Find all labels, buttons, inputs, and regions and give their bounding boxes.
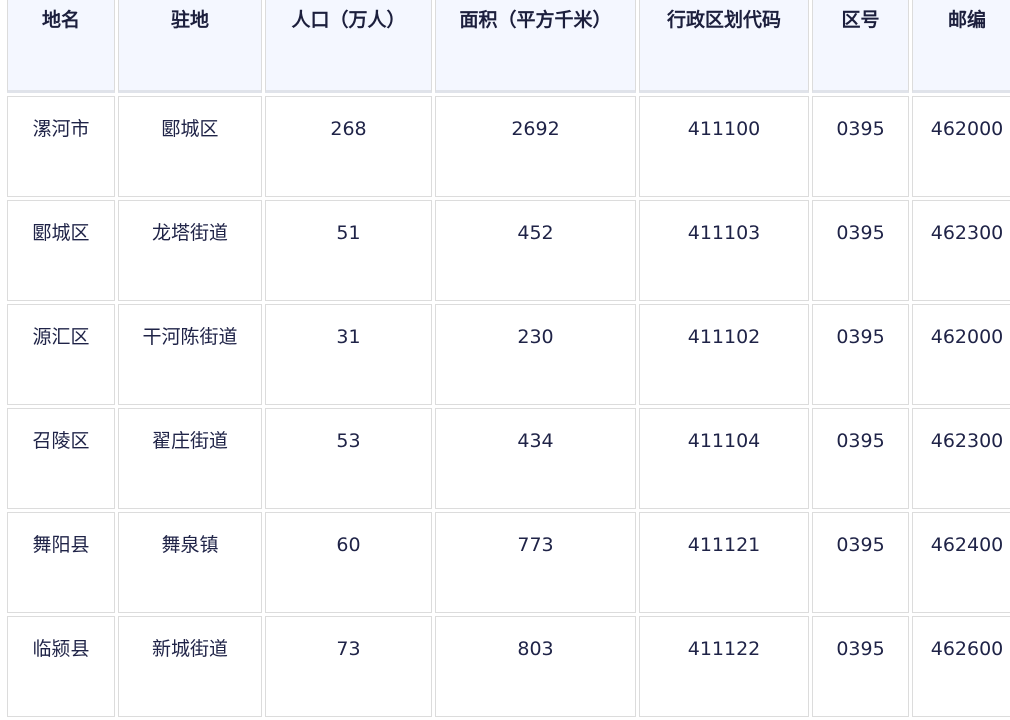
cell-population: 60 — [265, 512, 432, 613]
cell-postal-code: 462000 — [912, 304, 1010, 405]
cell-seat: 舞泉镇 — [118, 512, 262, 613]
cell-population: 31 — [265, 304, 432, 405]
cell-place-name: 临颍县 — [7, 616, 115, 717]
cell-area-code: 0395 — [812, 408, 909, 509]
cell-seat: 干河陈街道 — [118, 304, 262, 405]
cell-area: 434 — [435, 408, 636, 509]
header-place-name: 地名 — [7, 0, 115, 93]
cell-population: 268 — [265, 96, 432, 197]
cell-postal-code: 462400 — [912, 512, 1010, 613]
cell-area: 803 — [435, 616, 636, 717]
cell-area-code: 0395 — [812, 512, 909, 613]
cell-postal-code: 462600 — [912, 616, 1010, 717]
header-division-code: 行政区划代码 — [639, 0, 809, 93]
table-row: 漯河市 郾城区 268 2692 411100 0395 462000 — [7, 96, 1010, 197]
table-row: 源汇区 干河陈街道 31 230 411102 0395 462000 — [7, 304, 1010, 405]
cell-area-code: 0395 — [812, 96, 909, 197]
cell-place-name: 召陵区 — [7, 408, 115, 509]
data-table: 地名 驻地 人口（万人） 面积（平方千米） 行政区划代码 区号 邮编 漯河市 郾… — [4, 0, 1010, 720]
cell-population: 53 — [265, 408, 432, 509]
cell-division-code: 411104 — [639, 408, 809, 509]
cell-postal-code: 462300 — [912, 408, 1010, 509]
cell-population: 51 — [265, 200, 432, 301]
cell-division-code: 411102 — [639, 304, 809, 405]
cell-area-code: 0395 — [812, 304, 909, 405]
cell-place-name: 舞阳县 — [7, 512, 115, 613]
table-header: 地名 驻地 人口（万人） 面积（平方千米） 行政区划代码 区号 邮编 — [7, 0, 1010, 93]
cell-division-code: 411100 — [639, 96, 809, 197]
header-seat: 驻地 — [118, 0, 262, 93]
cell-area: 2692 — [435, 96, 636, 197]
cell-postal-code: 462300 — [912, 200, 1010, 301]
cell-division-code: 411103 — [639, 200, 809, 301]
data-table-container: 地名 驻地 人口（万人） 面积（平方千米） 行政区划代码 区号 邮编 漯河市 郾… — [4, 0, 1010, 720]
cell-seat: 翟庄街道 — [118, 408, 262, 509]
cell-area: 452 — [435, 200, 636, 301]
table-row: 召陵区 翟庄街道 53 434 411104 0395 462300 — [7, 408, 1010, 509]
table-row: 临颍县 新城街道 73 803 411122 0395 462600 — [7, 616, 1010, 717]
table-row: 舞阳县 舞泉镇 60 773 411121 0395 462400 — [7, 512, 1010, 613]
table-row: 郾城区 龙塔街道 51 452 411103 0395 462300 — [7, 200, 1010, 301]
header-area-code: 区号 — [812, 0, 909, 93]
header-row: 地名 驻地 人口（万人） 面积（平方千米） 行政区划代码 区号 邮编 — [7, 0, 1010, 93]
cell-place-name: 源汇区 — [7, 304, 115, 405]
cell-division-code: 411121 — [639, 512, 809, 613]
cell-postal-code: 462000 — [912, 96, 1010, 197]
header-population: 人口（万人） — [265, 0, 432, 93]
cell-place-name: 郾城区 — [7, 200, 115, 301]
header-postal-code: 邮编 — [912, 0, 1010, 93]
cell-seat: 新城街道 — [118, 616, 262, 717]
cell-seat: 郾城区 — [118, 96, 262, 197]
cell-area: 230 — [435, 304, 636, 405]
cell-place-name: 漯河市 — [7, 96, 115, 197]
cell-area: 773 — [435, 512, 636, 613]
cell-seat: 龙塔街道 — [118, 200, 262, 301]
cell-area-code: 0395 — [812, 616, 909, 717]
header-area: 面积（平方千米） — [435, 0, 636, 93]
cell-population: 73 — [265, 616, 432, 717]
table-body: 漯河市 郾城区 268 2692 411100 0395 462000 郾城区 … — [7, 96, 1010, 717]
cell-division-code: 411122 — [639, 616, 809, 717]
cell-area-code: 0395 — [812, 200, 909, 301]
